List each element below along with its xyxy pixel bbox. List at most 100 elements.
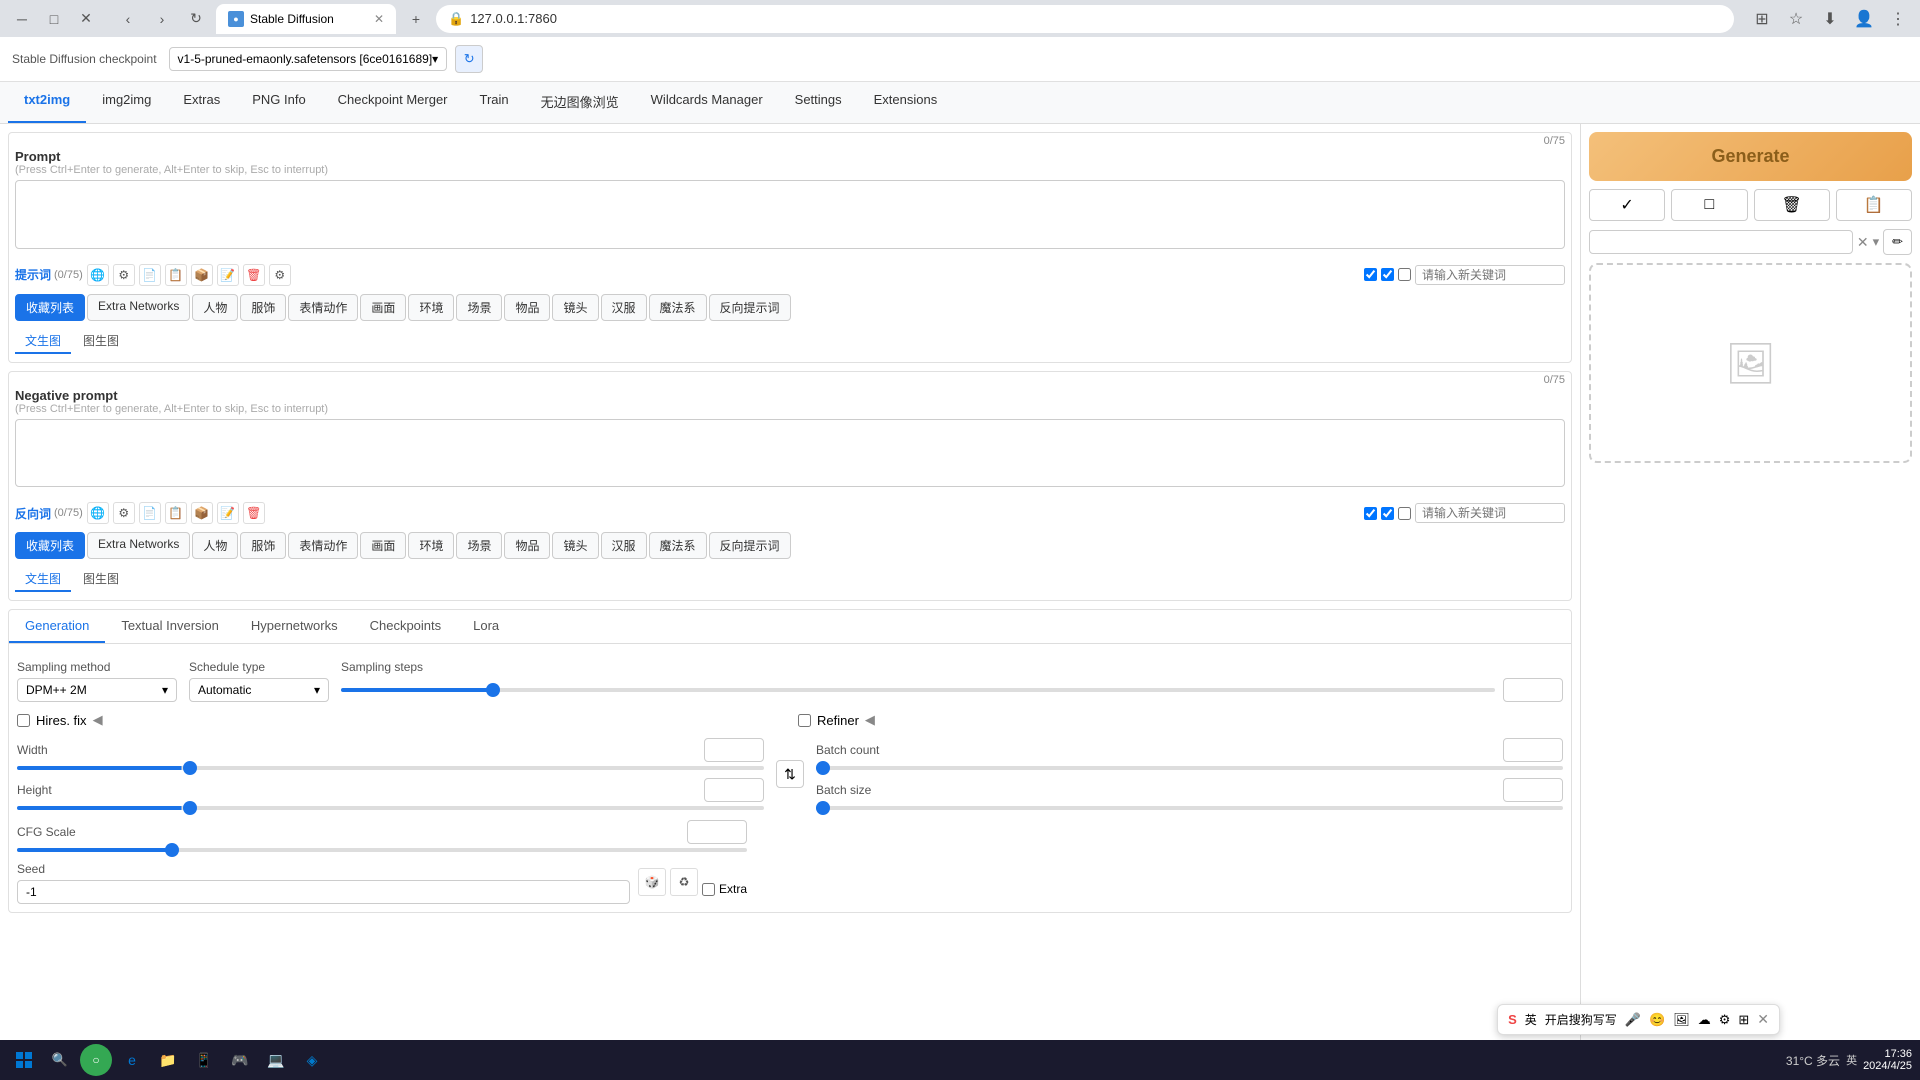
trash-btn[interactable]: 🗑: [1754, 189, 1830, 221]
neg-icon1-btn[interactable]: 🌐: [87, 502, 109, 524]
taskbar-chrome-btn[interactable]: ○: [80, 1044, 112, 1076]
neg-prompt-textarea[interactable]: [15, 419, 1565, 488]
neg-innertab-0[interactable]: 文生图: [15, 567, 71, 592]
tab-extras[interactable]: Extras: [167, 82, 236, 123]
neg-keyword-input[interactable]: [1415, 503, 1565, 523]
gen-tab-1[interactable]: Textual Inversion: [105, 610, 235, 643]
prompt-subtab-11[interactable]: 魔法系: [649, 294, 707, 321]
height-slider[interactable]: [17, 806, 764, 810]
neg-innertab-1[interactable]: 图生图: [73, 567, 129, 592]
taskbar-explorer-btn[interactable]: 📁: [152, 1044, 184, 1076]
taskbar-vscode-btn[interactable]: ◈: [296, 1044, 328, 1076]
tab-png-info[interactable]: PNG Info: [236, 82, 321, 123]
prompt-innertab-1[interactable]: 图生图: [73, 329, 129, 354]
neg-prompt-toolbar-label[interactable]: 反向词: [15, 505, 51, 522]
refresh-checkpoint-btn[interactable]: ↻: [455, 45, 483, 73]
skip-btn[interactable]: □: [1671, 189, 1747, 221]
gen-tab-4[interactable]: Lora: [457, 610, 515, 643]
taskbar-edge-btn[interactable]: e: [116, 1044, 148, 1076]
cfg-scale-slider[interactable]: [17, 848, 747, 852]
taskbar-app4-btn[interactable]: 📱: [188, 1044, 220, 1076]
neg-subtab-2[interactable]: 人物: [192, 532, 238, 559]
neg-icon2-btn[interactable]: ⚙: [113, 502, 135, 524]
neg-icon3-btn[interactable]: 📄: [139, 502, 161, 524]
prompt-icon4-btn[interactable]: 📋: [165, 264, 187, 286]
prompt-check2[interactable]: [1381, 268, 1394, 281]
sampling-steps-slider[interactable]: [341, 688, 1495, 692]
prompt-subtab-1[interactable]: Extra Networks: [87, 294, 190, 321]
tab-extensions[interactable]: Extensions: [858, 82, 954, 123]
prompt-subtab-7[interactable]: 场景: [456, 294, 502, 321]
prompt-subtab-10[interactable]: 汉服: [601, 294, 647, 321]
checkpoint-select[interactable]: v1-5-pruned-emaonly.safetensors [6ce0161…: [169, 47, 448, 71]
prompt-toolbar-label[interactable]: 提示词: [15, 266, 51, 283]
prompt-innertab-0[interactable]: 文生图: [15, 329, 71, 354]
prompt-subtab-8[interactable]: 物品: [504, 294, 550, 321]
prompt-subtab-12[interactable]: 反向提示词: [709, 294, 791, 321]
tab-img2img[interactable]: img2img: [86, 82, 167, 123]
neg-subtab-12[interactable]: 反向提示词: [709, 532, 791, 559]
neg-icon4-btn[interactable]: 📋: [165, 502, 187, 524]
bookmark-btn[interactable]: ☆: [1782, 5, 1810, 33]
image-placeholder[interactable]: 🖼: [1589, 263, 1912, 463]
prompt-icon6-btn[interactable]: 📝: [217, 264, 239, 286]
neg-subtab-3[interactable]: 服饰: [240, 532, 286, 559]
batch-size-slider[interactable]: [816, 806, 1563, 810]
tab-settings[interactable]: Settings: [779, 82, 858, 123]
gen-tab-3[interactable]: Checkpoints: [354, 610, 458, 643]
prompt-icon7-btn[interactable]: ⚙: [269, 264, 291, 286]
neg-subtab-8[interactable]: 物品: [504, 532, 550, 559]
prompt-subtab-6[interactable]: 环境: [408, 294, 454, 321]
prompt-subtab-4[interactable]: 表情动作: [288, 294, 358, 321]
neg-subtab-4[interactable]: 表情动作: [288, 532, 358, 559]
hires-expand-icon[interactable]: ◀: [93, 712, 103, 728]
minimize-btn[interactable]: ─: [8, 5, 36, 33]
seed-input[interactable]: -1: [17, 880, 630, 904]
taskbar-app5-btn[interactable]: 🎮: [224, 1044, 256, 1076]
prompt-subtab-0[interactable]: 收藏列表: [15, 294, 85, 321]
maximize-btn[interactable]: □: [40, 5, 68, 33]
prompt-keyword-input[interactable]: [1415, 265, 1565, 285]
address-bar[interactable]: 🔒 127.0.0.1:7860: [436, 5, 1734, 33]
sampling-method-select[interactable]: DPM++ 2M ▾: [17, 678, 177, 702]
browser-tab[interactable]: ● Stable Diffusion ✕: [216, 4, 396, 34]
neg-subtab-7[interactable]: 场景: [456, 532, 502, 559]
refiner-expand-icon[interactable]: ◀: [865, 712, 875, 728]
sogou-close-btn[interactable]: ✕: [1757, 1011, 1769, 1028]
refresh-btn[interactable]: ↻: [182, 5, 210, 33]
batch-size-input[interactable]: 1: [1503, 778, 1563, 802]
neg-subtab-0[interactable]: 收藏列表: [15, 532, 85, 559]
tab-checkpoint-merger[interactable]: Checkpoint Merger: [322, 82, 464, 123]
generate-btn[interactable]: Generate: [1589, 132, 1912, 181]
style-edit-btn[interactable]: ✏: [1883, 229, 1912, 255]
seed-recycle-btn[interactable]: ♻: [670, 868, 698, 896]
neg-subtab-5[interactable]: 画面: [360, 532, 406, 559]
sampling-steps-input[interactable]: 20: [1503, 678, 1563, 702]
refiner-checkbox[interactable]: [798, 714, 811, 727]
neg-subtab-9[interactable]: 镜头: [552, 532, 598, 559]
profile-btn[interactable]: 👤: [1850, 5, 1878, 33]
prompt-icon1-btn[interactable]: 🌐: [87, 264, 109, 286]
neg-subtab-11[interactable]: 魔法系: [649, 532, 707, 559]
prompt-subtab-2[interactable]: 人物: [192, 294, 238, 321]
neg-check2[interactable]: [1381, 507, 1394, 520]
neg-check3[interactable]: [1398, 507, 1411, 520]
prompt-check1[interactable]: [1364, 268, 1377, 281]
forward-btn[interactable]: ›: [148, 5, 176, 33]
gen-tab-2[interactable]: Hypernetworks: [235, 610, 354, 643]
prompt-check3[interactable]: [1398, 268, 1411, 281]
tab-wildcards[interactable]: Wildcards Manager: [635, 82, 779, 123]
swap-dimensions-btn[interactable]: ⇅: [776, 760, 804, 788]
height-input[interactable]: 512: [704, 778, 764, 802]
tab-txt2img[interactable]: txt2img: [8, 82, 86, 123]
width-input[interactable]: 512: [704, 738, 764, 762]
neg-subtab-1[interactable]: Extra Networks: [87, 532, 190, 559]
style-input[interactable]: [1589, 230, 1853, 254]
neg-subtab-6[interactable]: 环境: [408, 532, 454, 559]
gen-tab-0[interactable]: Generation: [9, 610, 105, 643]
menu-btn[interactable]: ⋮: [1884, 5, 1912, 33]
width-slider[interactable]: [17, 766, 764, 770]
prompt-subtab-3[interactable]: 服饰: [240, 294, 286, 321]
batch-count-slider[interactable]: [816, 766, 1563, 770]
taskbar-search-btn[interactable]: 🔍: [44, 1044, 76, 1076]
